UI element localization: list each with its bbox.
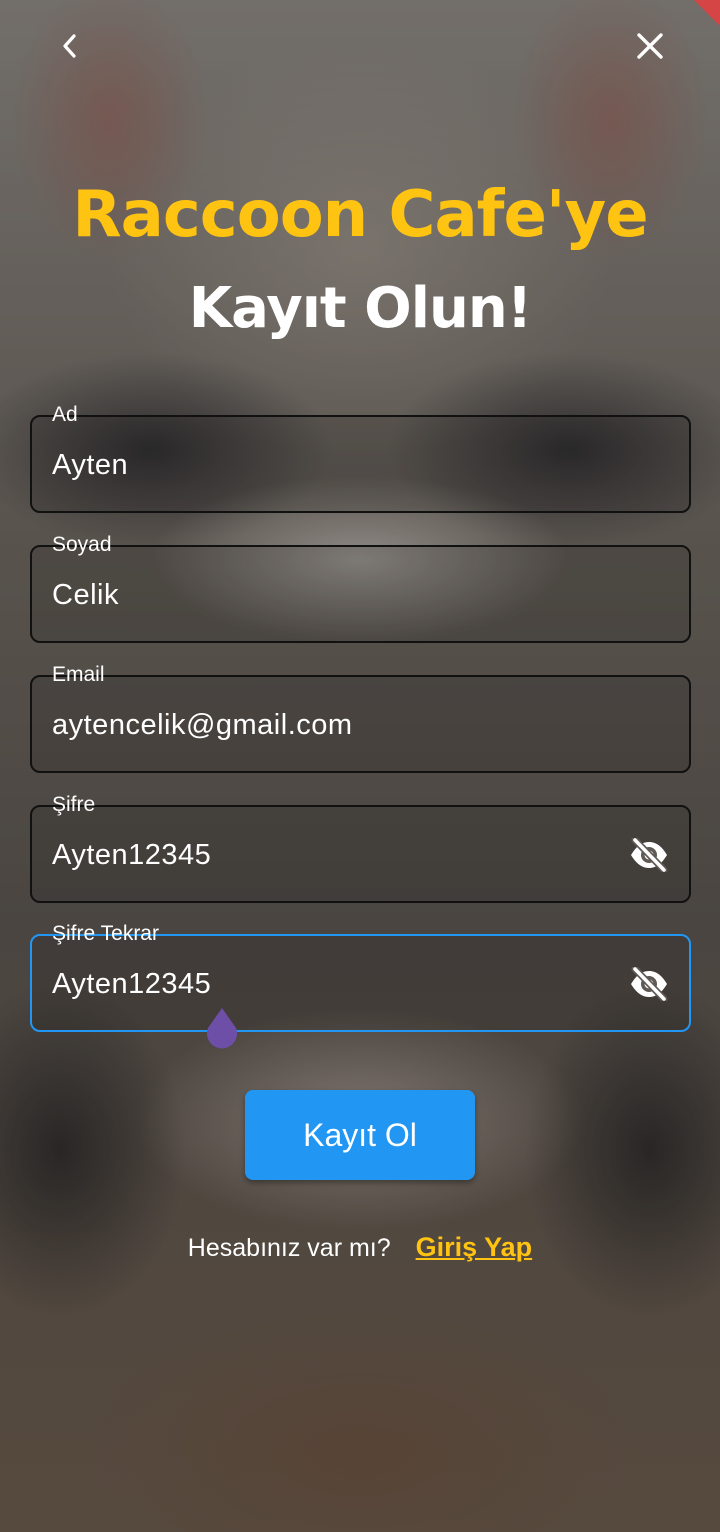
- page-subtitle: Kayıt Olun!: [188, 276, 533, 341]
- email-label: Email: [52, 663, 105, 686]
- confirm-password-value: Ayten12345: [52, 968, 212, 1000]
- login-prompt-row: Hesabınız var mı? Giriş Yap: [0, 1232, 720, 1263]
- login-link[interactable]: Giriş Yap: [416, 1232, 533, 1262]
- eye-off-icon: [631, 838, 668, 872]
- debug-corner-marker: [694, 0, 720, 26]
- first-name-value: Ayten: [52, 449, 129, 481]
- confirm-password-label: Şifre Tekrar: [52, 922, 159, 945]
- last-name-label: Soyad: [52, 533, 112, 556]
- confirm-password-visibility-toggle[interactable]: [627, 964, 671, 1004]
- last-name-field[interactable]: Soyad Celik: [30, 533, 691, 643]
- email-field[interactable]: Email aytencelik@gmail.com: [30, 663, 691, 773]
- register-button[interactable]: Kayıt Ol: [245, 1090, 475, 1180]
- confirm-password-field[interactable]: Şifre Tekrar Ayten12345: [30, 922, 691, 1032]
- password-value: Ayten12345: [52, 839, 212, 871]
- login-prompt-text: Hesabınız var mı?: [187, 1234, 391, 1262]
- password-label: Şifre: [52, 793, 96, 816]
- page-title: Raccoon Cafe'ye: [72, 178, 648, 252]
- email-value: aytencelik@gmail.com: [52, 709, 353, 741]
- password-visibility-toggle[interactable]: [627, 835, 671, 875]
- back-button[interactable]: [48, 26, 92, 66]
- password-field[interactable]: Şifre Ayten12345: [30, 793, 691, 903]
- cursor-drop-icon: [207, 1008, 237, 1049]
- eye-off-icon: [631, 967, 668, 1001]
- first-name-field[interactable]: Ad Ayten: [30, 403, 691, 513]
- close-button[interactable]: [628, 26, 672, 66]
- text-cursor-handle[interactable]: [202, 1008, 242, 1050]
- close-icon: [637, 33, 663, 59]
- chevron-left-icon: [63, 34, 76, 58]
- first-name-label: Ad: [52, 403, 78, 426]
- last-name-value: Celik: [52, 579, 119, 611]
